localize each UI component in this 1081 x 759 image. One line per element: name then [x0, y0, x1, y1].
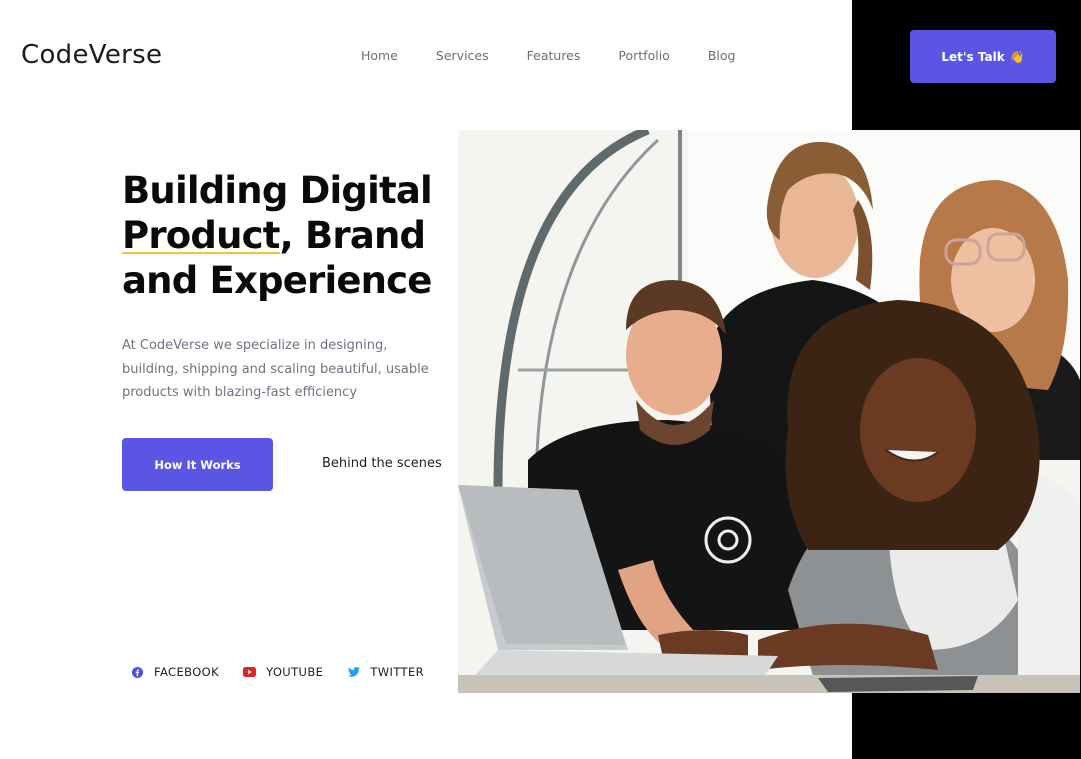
headline-line-2-rest: , Brand [279, 214, 426, 257]
site-logo[interactable]: CodeVerse [21, 40, 162, 70]
main-nav: Home Services Features Portfolio Blog [361, 48, 735, 63]
youtube-icon [243, 666, 257, 679]
headline-line-2: Product, Brand [122, 213, 462, 258]
hero-team-photo [458, 130, 1080, 693]
landing-page: CodeVerse Home Services Features Portfol… [0, 0, 1081, 759]
headline-underlined-word: Product [122, 214, 280, 257]
facebook-icon [131, 666, 144, 679]
twitter-label: TWITTER [370, 665, 425, 679]
social-facebook[interactable]: FACEBOOK [131, 665, 219, 679]
waving-hand-icon: 👋 [1009, 49, 1025, 64]
social-twitter[interactable]: TWITTER [347, 665, 424, 679]
how-it-works-button[interactable]: How It Works [122, 438, 273, 491]
nav-item-home[interactable]: Home [361, 48, 398, 63]
social-links: FACEBOOK YOUTUBE TWITTER [131, 665, 424, 679]
twitter-icon [347, 666, 360, 679]
facebook-label: FACEBOOK [154, 665, 220, 679]
hero-description: At CodeVerse we specialize in designing,… [122, 338, 429, 400]
lets-talk-label: Let's Talk [941, 49, 1005, 64]
nav-item-services[interactable]: Services [436, 48, 489, 63]
behind-the-scenes-link[interactable]: Behind the scenes [322, 456, 442, 471]
social-youtube[interactable]: YOUTUBE [243, 665, 323, 679]
nav-item-portfolio[interactable]: Portfolio [618, 48, 669, 63]
lets-talk-button[interactable]: Let's Talk 👋 [910, 30, 1056, 83]
headline-line-1: Building Digital [122, 169, 433, 212]
youtube-label: YOUTUBE [266, 665, 324, 679]
headline-line-3: and Experience [122, 259, 432, 302]
nav-item-features[interactable]: Features [527, 48, 581, 63]
nav-item-blog[interactable]: Blog [708, 48, 736, 63]
hero-headline: Building Digital Product, Brand and Expe… [122, 168, 462, 303]
